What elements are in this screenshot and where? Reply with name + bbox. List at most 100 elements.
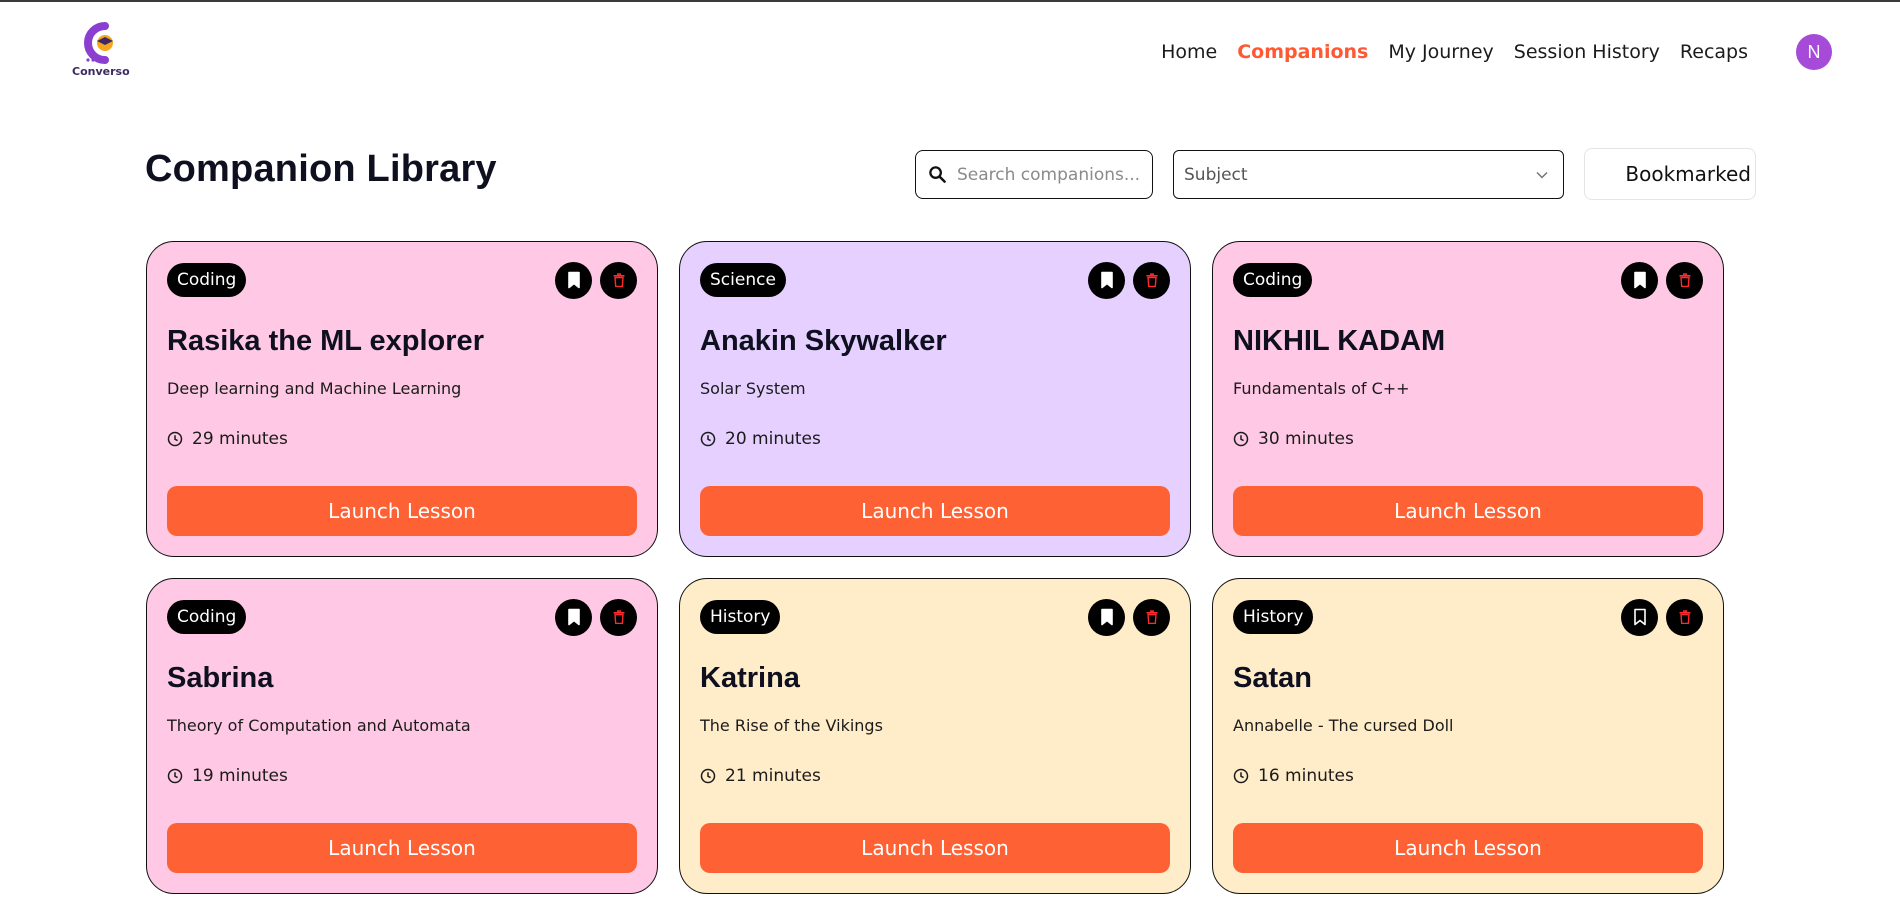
launch-lesson-button[interactable]: Launch Lesson bbox=[700, 823, 1170, 873]
clock-icon bbox=[167, 768, 183, 784]
trash-icon bbox=[613, 610, 624, 624]
bookmark-button[interactable] bbox=[1621, 261, 1658, 299]
duration-text: 20 minutes bbox=[725, 428, 821, 449]
search-icon bbox=[929, 166, 946, 183]
delete-button[interactable] bbox=[600, 261, 637, 299]
companion-name: Sabrina bbox=[167, 662, 274, 694]
launch-lesson-button[interactable]: Launch Lesson bbox=[700, 486, 1170, 536]
trash-icon bbox=[1679, 273, 1690, 287]
subject-select[interactable]: Subject bbox=[1173, 150, 1564, 199]
bookmark-button[interactable] bbox=[1088, 598, 1125, 636]
page-title: Companion Library bbox=[145, 148, 497, 190]
companion-topic: Deep learning and Machine Learning bbox=[167, 378, 462, 398]
launch-lesson-button[interactable]: Launch Lesson bbox=[167, 823, 637, 873]
companion-topic: The Rise of the Vikings bbox=[700, 715, 883, 735]
card-actions bbox=[1088, 261, 1170, 299]
clock-icon bbox=[1233, 768, 1249, 784]
navbar: Converso Home Companions My Journey Session… bbox=[0, 2, 1900, 102]
delete-button[interactable] bbox=[1133, 261, 1170, 299]
nav-link-session-history[interactable]: Session History bbox=[1514, 41, 1660, 63]
delete-button[interactable] bbox=[600, 598, 637, 636]
chevron-down-icon bbox=[1536, 171, 1548, 179]
card-header: Coding bbox=[167, 261, 637, 299]
delete-button[interactable] bbox=[1133, 598, 1170, 636]
launch-lesson-button[interactable]: Launch Lesson bbox=[1233, 486, 1703, 536]
companion-card: Coding Sabrina Theory of Computation and bbox=[146, 578, 658, 894]
companion-card: History Katrina The Rise of the Vikings bbox=[679, 578, 1191, 894]
card-actions bbox=[1088, 598, 1170, 636]
card-header: Coding bbox=[167, 598, 637, 636]
card-actions bbox=[555, 261, 637, 299]
subject-badge: Science bbox=[700, 263, 786, 297]
duration-text: 16 minutes bbox=[1258, 765, 1354, 786]
clock-icon bbox=[700, 431, 716, 447]
logo-icon bbox=[84, 22, 113, 64]
companion-card: Coding Rasika the ML explorer Deep learn… bbox=[146, 241, 658, 557]
bookmark-button[interactable] bbox=[1088, 261, 1125, 299]
bookmark-button[interactable] bbox=[555, 598, 592, 636]
bookmarked-filter-label: Bookmarked bbox=[1625, 162, 1751, 186]
search-input[interactable] bbox=[957, 164, 1147, 185]
nav-link-my-journey[interactable]: My Journey bbox=[1388, 41, 1493, 63]
trash-icon bbox=[1679, 610, 1690, 624]
search-box[interactable] bbox=[915, 150, 1153, 199]
nav-links: Home Companions My Journey Session History R… bbox=[1161, 41, 1748, 63]
duration-text: 30 minutes bbox=[1258, 428, 1354, 449]
companion-name: Satan bbox=[1233, 662, 1312, 694]
bookmark-icon bbox=[1100, 608, 1113, 626]
duration-text: 19 minutes bbox=[192, 765, 288, 786]
companion-card: History Satan Annabelle - The cursed Dol… bbox=[1212, 578, 1724, 894]
nav-link-home[interactable]: Home bbox=[1161, 41, 1217, 63]
card-actions bbox=[1621, 598, 1703, 636]
companion-topic: Fundamentals of C++ bbox=[1233, 378, 1410, 398]
trash-icon bbox=[1146, 273, 1157, 287]
delete-button[interactable] bbox=[1666, 598, 1703, 636]
card-header: Coding bbox=[1233, 261, 1703, 299]
companion-grid: Coding Rasika the ML explorer Deep learn… bbox=[146, 241, 1724, 894]
subject-select-value: Subject bbox=[1184, 164, 1248, 185]
companion-card: Coding NIKHIL KADAM Fundamentals of C++ bbox=[1212, 241, 1724, 557]
card-header: History bbox=[700, 598, 1170, 636]
logo[interactable]: Converso bbox=[72, 22, 130, 80]
companion-name: Rasika the ML explorer bbox=[167, 325, 484, 357]
launch-lesson-button[interactable]: Launch Lesson bbox=[1233, 823, 1703, 873]
clock-icon bbox=[700, 768, 716, 784]
bookmark-icon bbox=[1633, 608, 1646, 626]
card-header: History bbox=[1233, 598, 1703, 636]
card-header: Science bbox=[700, 261, 1170, 299]
trash-icon bbox=[1146, 610, 1157, 624]
nav-link-companions[interactable]: Companions bbox=[1237, 41, 1368, 63]
bookmarked-filter-button[interactable]: Bookmarked bbox=[1584, 148, 1756, 200]
duration: 19 minutes bbox=[167, 766, 637, 786]
subject-badge: Coding bbox=[167, 600, 247, 634]
subject-badge: Coding bbox=[1233, 263, 1313, 297]
subject-badge: History bbox=[1233, 600, 1314, 634]
clock-icon bbox=[167, 431, 183, 447]
duration: 16 minutes bbox=[1233, 766, 1703, 786]
duration-text: 21 minutes bbox=[725, 765, 821, 786]
duration: 30 minutes bbox=[1233, 429, 1703, 449]
companion-name: Anakin Skywalker bbox=[700, 325, 947, 357]
duration: 29 minutes bbox=[167, 429, 637, 449]
avatar[interactable]: N bbox=[1796, 34, 1832, 70]
delete-button[interactable] bbox=[1666, 261, 1703, 299]
card-actions bbox=[555, 598, 637, 636]
subject-badge: History bbox=[700, 600, 781, 634]
companion-name: NIKHIL KADAM bbox=[1233, 325, 1446, 357]
card-actions bbox=[1621, 261, 1703, 299]
duration: 20 minutes bbox=[700, 429, 1170, 449]
duration: 21 minutes bbox=[700, 766, 1170, 786]
companion-topic: Annabelle - The cursed Doll bbox=[1233, 715, 1454, 735]
bookmark-icon bbox=[1633, 271, 1646, 289]
bookmark-button[interactable] bbox=[1621, 598, 1658, 636]
bookmark-icon bbox=[567, 271, 580, 289]
logo-text: Converso bbox=[72, 65, 130, 78]
nav-link-recaps[interactable]: Recaps bbox=[1680, 41, 1748, 63]
main-nav: Home Companions My Journey Session History R… bbox=[1161, 2, 1900, 102]
subject-badge: Coding bbox=[167, 263, 247, 297]
trash-icon bbox=[613, 273, 624, 287]
launch-lesson-button[interactable]: Launch Lesson bbox=[167, 486, 637, 536]
bookmark-button[interactable] bbox=[555, 261, 592, 299]
duration-text: 29 minutes bbox=[192, 428, 288, 449]
companion-name: Katrina bbox=[700, 662, 800, 694]
